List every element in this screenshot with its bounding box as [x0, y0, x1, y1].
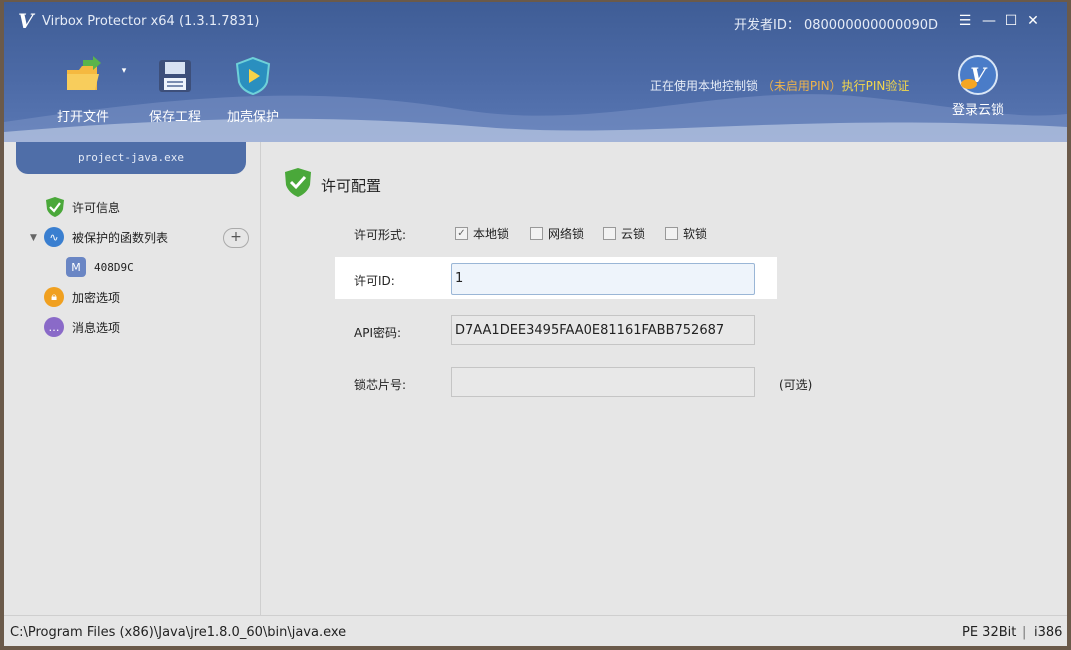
- status-separator: |: [1022, 625, 1027, 640]
- app-window: V Virbox Protector x64 (1.3.1.7831) 开发者I…: [4, 2, 1067, 646]
- save-project-button[interactable]: 保存工程: [140, 56, 210, 125]
- sidebar-item-encryption-options[interactable]: 🔒︎ 加密选项: [44, 286, 120, 308]
- optional-hint: (可选): [779, 378, 813, 392]
- pin-state: （未启用PIN）: [761, 79, 842, 93]
- chip-id-label: 锁芯片号:: [354, 378, 407, 392]
- add-shell-label: 加壳保护: [226, 110, 279, 125]
- checkbox-label: 网络锁: [548, 227, 585, 241]
- checkbox-local-lock[interactable]: ✓ 本地锁: [455, 225, 509, 242]
- minimize-icon[interactable]: —: [980, 12, 998, 30]
- lock-status-text: 正在使用本地控制锁: [650, 79, 759, 93]
- lock-icon: 🔒︎: [44, 287, 64, 307]
- maximize-icon[interactable]: ☐: [1002, 12, 1020, 30]
- sidebar-item-license-info[interactable]: 许可信息: [44, 196, 120, 218]
- checkbox-cloud-lock[interactable]: 云锁: [603, 225, 645, 242]
- license-type-label: 许可形式:: [354, 228, 407, 242]
- architecture: i386: [1034, 625, 1063, 640]
- sidebar-item-label: 408D9C: [94, 260, 134, 274]
- api-key-label: API密码:: [354, 326, 402, 340]
- method-m-icon: M: [66, 257, 86, 277]
- sidebar-item-message-options[interactable]: … 消息选项: [44, 316, 120, 338]
- license-id-input[interactable]: 1: [451, 263, 755, 295]
- sidebar-item-label: 许可信息: [72, 200, 121, 215]
- waveform-icon: ∿: [44, 227, 64, 247]
- shield-check-icon: [285, 168, 311, 197]
- checkbox-unchecked-icon: [530, 227, 543, 240]
- chip-id-input[interactable]: [451, 367, 755, 397]
- status-bar: C:\Program Files (x86)\Java\jre1.8.0_60\…: [4, 615, 1067, 646]
- sidebar-item-label: 加密选项: [72, 290, 121, 305]
- add-function-button[interactable]: +: [223, 228, 249, 248]
- folder-open-icon: [67, 56, 101, 90]
- section-title: 许可配置: [321, 177, 382, 195]
- checkbox-label: 云锁: [621, 227, 646, 241]
- checkbox-network-lock[interactable]: 网络锁: [530, 225, 584, 242]
- checkbox-checked-icon: ✓: [455, 227, 468, 240]
- open-file-button[interactable]: 打开文件: [48, 56, 118, 125]
- chevron-down-icon[interactable]: ▾: [112, 66, 136, 76]
- sidebar-item-protected-functions[interactable]: ∿ 被保护的函数列表: [44, 226, 168, 248]
- lock-status: 正在使用本地控制锁 （未启用PIN）执行PIN验证: [650, 77, 909, 94]
- open-file-label: 打开文件: [56, 110, 109, 125]
- pin-verify-link[interactable]: 执行PIN验证: [842, 79, 910, 93]
- window-title: Virbox Protector x64 (1.3.1.7831): [42, 14, 260, 29]
- sidebar-item-label: 被保护的函数列表: [72, 230, 169, 245]
- sidebar-item-label: 消息选项: [72, 320, 121, 335]
- project-tab[interactable]: project-java.exe: [16, 142, 246, 174]
- checkbox-label: 软锁: [683, 227, 708, 241]
- api-key-input[interactable]: D7AA1DEE3495FAA0E81161FABB752687: [451, 315, 755, 345]
- save-project-label: 保存工程: [148, 110, 201, 125]
- pe-format: PE 32Bit: [962, 625, 1017, 640]
- chat-icon: …: [44, 317, 64, 337]
- developer-id: 开发者ID： 080000000000090D: [734, 18, 939, 33]
- license-id-label: 许可ID:: [354, 274, 395, 288]
- cloud-login-button[interactable]: V 登录云锁: [948, 54, 1008, 118]
- shield-check-icon: [46, 197, 64, 217]
- close-icon[interactable]: ✕: [1024, 12, 1042, 30]
- sidebar-item-function-408d9c[interactable]: M 408D9C: [66, 256, 134, 278]
- sidebar: project-java.exe 许可信息 ▼ ∿ 被保护的函数列表 + M 4…: [4, 142, 261, 615]
- license-config-panel: 许可配置 许可形式: ✓ 本地锁 网络锁 云锁 软锁 许可ID: 1 API密码…: [261, 142, 1067, 615]
- expand-arrow-icon[interactable]: ▼: [30, 233, 37, 243]
- app-logo-icon: V: [18, 9, 34, 33]
- save-disk-icon: [159, 60, 191, 92]
- cloud-lock-icon: V: [958, 55, 998, 95]
- checkbox-label: 本地锁: [473, 227, 510, 241]
- menu-icon[interactable]: ☰: [956, 12, 974, 30]
- shield-play-icon: [235, 56, 271, 96]
- cloud-login-label: 登录云锁: [951, 103, 1004, 118]
- checkbox-soft-lock[interactable]: 软锁: [665, 225, 707, 242]
- add-shell-button[interactable]: 加壳保护: [218, 56, 288, 125]
- header-bar: V Virbox Protector x64 (1.3.1.7831) 开发者I…: [4, 2, 1067, 142]
- checkbox-unchecked-icon: [603, 227, 616, 240]
- checkbox-unchecked-icon: [665, 227, 678, 240]
- file-path: C:\Program Files (x86)\Java\jre1.8.0_60\…: [10, 625, 347, 640]
